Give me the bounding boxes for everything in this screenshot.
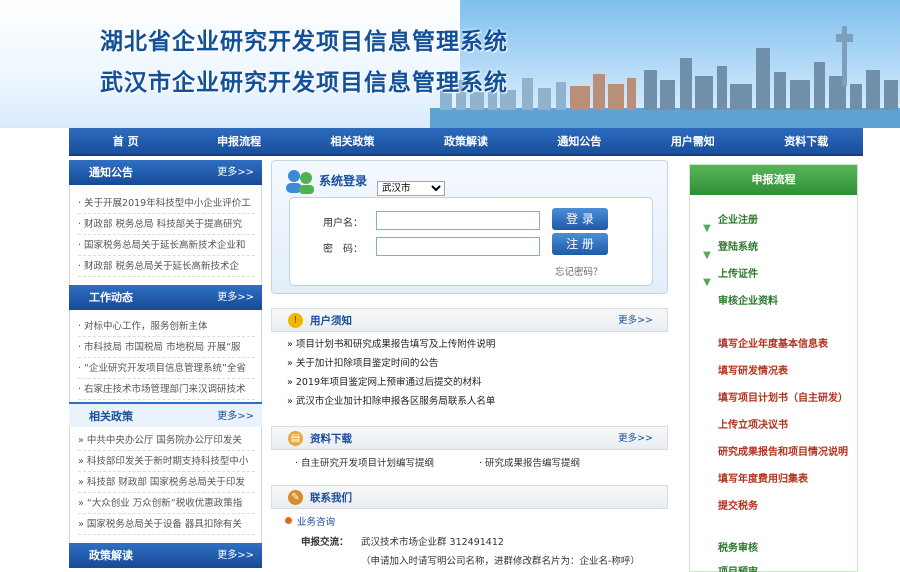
policy-item[interactable]: » 中共中央办公厅 国务院办公厅印发关 [78,430,255,451]
arrow-down-icon: ▼ [703,250,711,261]
consult-bullet-icon [285,517,292,524]
download-item[interactable]: · 研究成果报告编写提纲 [479,455,580,469]
download-item[interactable]: · 自主研究开发项目计划编写提纲 [295,455,434,469]
download-section: ▤ 资料下载 更多>> · 自主研究开发项目计划编写提纲 · 研究成果报告编写提… [271,426,668,472]
process-sidebar: 申报流程 企业注册 ▼ 登陆系统 ▼ 上传证件 ▼ 审核企业资料 填写企业年度基… [689,164,858,572]
download-header: ▤ 资料下载 更多>> [271,426,668,450]
policy-header: 相关政策 更多>> [69,402,262,427]
arrow-down-icon: ▼ [703,277,711,288]
step-login[interactable]: 登陆系统 [718,238,758,253]
notice-more-link[interactable]: 更多>> [217,160,254,185]
notice-title: 通知公告 [89,166,133,179]
user-notice-title: 用户须知 [310,315,352,327]
step-expense[interactable]: 填写年度费用归集表 [718,470,808,485]
work-item[interactable]: · “企业研究开发项目信息管理系统”全省 [78,358,255,379]
user-notice-more-link[interactable]: 更多>> [618,309,653,333]
step-upload[interactable]: 上传证件 [718,265,758,280]
main-nav: 首 页 申报流程 相关政策 政策解读 通知公告 用户需知 资料下载 [69,128,863,156]
contact-note: （申请加入时请写明公司名称，进群修改群名片为：企业名-称呼） [361,556,640,567]
step-submit-tax[interactable]: 提交税务 [718,497,758,512]
notice-item[interactable]: · 关于开展2019年科技型中小企业评价工 [78,193,255,214]
policy-item[interactable]: » “大众创业 万众创新”税收优惠政策指 [78,493,255,514]
notice-item[interactable]: · 财政部 税务总局关于延长高新技术企 [78,256,255,277]
work-item[interactable]: · 右家庄技术市场管理部门来汉调研技术 [78,379,255,400]
step-register[interactable]: 企业注册 [718,211,758,226]
contact-value: 武汉技术市场企业群 312491412 [361,537,504,548]
contact-label: 申报交流： [301,537,349,548]
download-more-link[interactable]: 更多>> [618,427,653,451]
user-notice-item[interactable]: » 武汉市企业加计扣除申报各区服务局联系人名单 [271,392,668,411]
forget-password-link[interactable]: 忘记密码？ [555,264,603,278]
consult-label: 业务咨询 [297,517,336,528]
password-input[interactable] [376,237,540,256]
download-title: 资料下载 [310,433,352,445]
step-pre-review[interactable]: 项目预审 [718,563,758,572]
banner-title-city: 武汉市企业研究开发项目信息管理系统 [100,70,508,96]
work-item[interactable]: · 市科技局 市国税局 市地税局 开展“服 [78,337,255,358]
user-notice-list: » 项目计划书和研究成果报告填写及上传附件说明 » 关于加计扣除项目鉴定时间的公… [271,332,668,411]
nav-home[interactable]: 首 页 [69,128,182,154]
work-list: · 对标中心工作，服务创新主体 · 市科技局 市国税局 市地税局 开展“服 · … [69,310,262,402]
policy-list: » 中共中央办公厅 国务院办公厅印发关 » 科技部印发关于新时期支持科技型中小 … [69,427,262,543]
nav-interpret[interactable]: 政策解读 [409,128,522,154]
notice-item[interactable]: · 财政部 税务总局 科技部关于提高研究 [78,214,255,235]
arrow-down-icon: ▼ [703,223,711,234]
policy-title: 相关政策 [89,410,133,423]
policy-item[interactable]: » 科技部 财政部 国家税务总局关于印发 [78,472,255,493]
users-icon [286,170,314,194]
step-review[interactable]: 审核企业资料 [718,292,778,307]
interpret-header: 政策解读 更多>> [69,543,262,568]
user-notice-item[interactable]: » 关于加计扣除项目鉴定时间的公告 [271,354,668,373]
process-header: 申报流程 [690,165,857,195]
info-icon: ! [288,313,303,328]
contact-header: ✎ 联系我们 [271,485,668,509]
policy-item[interactable]: » 科技部印发关于新时期支持科技型中小 [78,451,255,472]
folder-icon: ▤ [288,431,303,446]
banner-title-province: 湖北省企业研究开发项目信息管理系统 [100,29,508,55]
user-notice-item[interactable]: » 2019年项目鉴定网上预审通过后提交的材料 [271,373,668,392]
policy-item[interactable]: » 国家税务总局关于设备 器具扣除有关 [78,514,255,535]
nav-downloads[interactable]: 资料下载 [750,128,863,154]
login-box: 系统登录 武汉市 用户名： 密 码： 登 录 注 册 忘记密码？ [271,160,668,294]
nav-process[interactable]: 申报流程 [182,128,295,154]
register-button[interactable]: 注 册 [552,233,608,255]
user-notice-item[interactable]: » 项目计划书和研究成果报告填写及上传附件说明 [271,335,668,354]
pencil-icon: ✎ [288,490,303,505]
left-sidebar: 通知公告 更多>> · 关于开展2019年科技型中小企业评价工 · 财政部 税务… [69,160,262,572]
nav-notice[interactable]: 通知公告 [523,128,636,154]
contact-title: 联系我们 [310,492,352,504]
work-item[interactable]: · 对标中心工作，服务创新主体 [78,316,255,337]
username-label: 用户名： [323,218,363,229]
step-tax-review[interactable]: 税务审核 [718,539,758,554]
step-rd-status[interactable]: 填写研发情况表 [718,362,788,377]
notice-item[interactable]: · 国家税务总局关于延长高新技术企业和 [78,235,255,256]
work-title: 工作动态 [89,291,133,304]
password-label: 密 码： [323,244,363,255]
step-report[interactable]: 研究成果报告和项目情况说明 [718,443,848,458]
user-notice-header: ! 用户须知 更多>> [271,308,668,332]
nav-user-guide[interactable]: 用户需知 [636,128,749,154]
step-basic-info[interactable]: 填写企业年度基本信息表 [718,335,828,350]
step-resolution[interactable]: 上传立项决议书 [718,416,788,431]
work-more-link[interactable]: 更多>> [217,285,254,310]
work-header: 工作动态 更多>> [69,285,262,310]
user-notice-section: ! 用户须知 更多>> » 项目计划书和研究成果报告填写及上传附件说明 » 关于… [271,308,668,411]
header-banner: 湖北省企业研究开发项目信息管理系统 武汉市企业研究开发项目信息管理系统 [0,0,900,128]
notice-header: 通知公告 更多>> [69,160,262,185]
download-list: · 自主研究开发项目计划编写提纲 · 研究成果报告编写提纲 [271,450,668,472]
login-title: 系统登录 [319,174,368,188]
nav-policy[interactable]: 相关政策 [296,128,409,154]
login-button[interactable]: 登 录 [552,208,608,230]
step-project-plan[interactable]: 填写项目计划书（自主研发） [718,389,848,404]
city-select[interactable]: 武汉市 [377,181,445,196]
main-content: 系统登录 武汉市 用户名： 密 码： 登 录 注 册 忘记密码？ ! 用户须知 … [271,160,668,572]
policy-more-link[interactable]: 更多>> [217,404,254,429]
notice-list: · 关于开展2019年科技型中小企业评价工 · 财政部 税务总局 科技部关于提高… [69,185,262,285]
username-input[interactable] [376,211,540,230]
contact-section: ✎ 联系我们 业务咨询 申报交流： 武汉技术市场企业群 312491412 （申… [271,485,668,569]
contact-body: 业务咨询 申报交流： 武汉技术市场企业群 312491412 （申请加入时请写明… [271,509,668,569]
interpret-more-link[interactable]: 更多>> [217,543,254,568]
interpret-title: 政策解读 [89,549,133,562]
